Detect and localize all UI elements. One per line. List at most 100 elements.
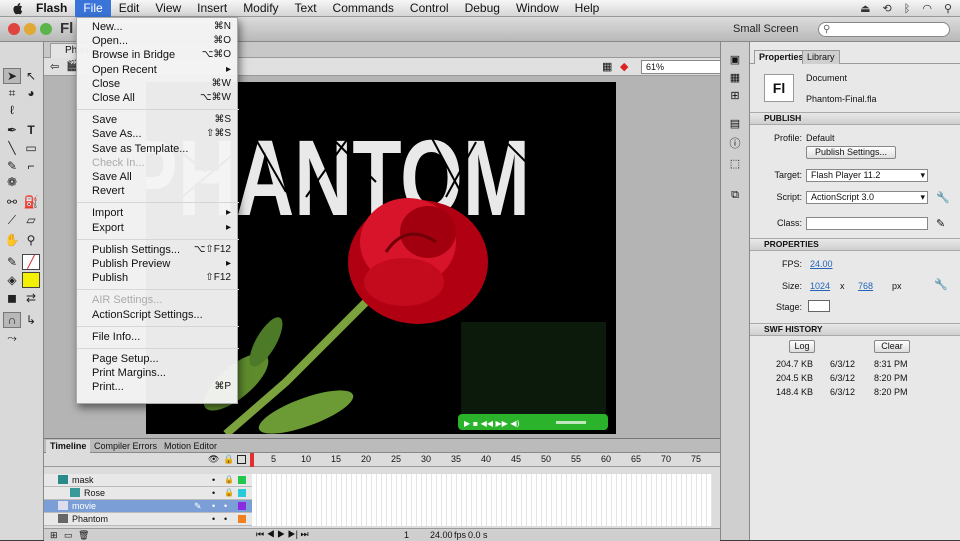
bone-tool-icon[interactable]: ⚯: [3, 194, 21, 210]
menu-item-close[interactable]: Close ⌘W: [77, 78, 239, 92]
close-window-icon[interactable]: [8, 23, 20, 35]
layer-row[interactable]: mask • 🔒: [44, 474, 252, 487]
new-layer-icon[interactable]: ⊞: [50, 530, 58, 541]
layer-row-selected[interactable]: movie ✎ • •: [44, 500, 252, 513]
lock-dot[interactable]: •: [224, 500, 227, 512]
log-button[interactable]: Log: [789, 340, 815, 353]
straighten-icon[interactable]: ⤳: [3, 330, 21, 346]
help-search-input[interactable]: ⚲: [818, 22, 950, 37]
edit-symbols-icon[interactable]: ▦: [602, 60, 612, 73]
menu-item-print[interactable]: Print... ⌘P: [77, 381, 239, 395]
delete-layer-icon[interactable]: 🗑: [78, 530, 89, 541]
properties-section-header[interactable]: PROPERTIES: [750, 238, 960, 251]
time-machine-icon[interactable]: ⟲: [883, 2, 892, 15]
swf-history-section-header[interactable]: SWF HISTORY: [750, 323, 960, 336]
tab-timeline[interactable]: Timeline: [46, 440, 91, 453]
visibility-dot[interactable]: •: [212, 487, 215, 499]
menu-item-page-setup[interactable]: Page Setup...: [77, 353, 239, 367]
layer-color-swatch[interactable]: [238, 476, 246, 484]
menu-help[interactable]: Help: [567, 0, 608, 17]
video-controller[interactable]: ▶ ▪ ◀◀ ▶▶ ◀): [458, 414, 608, 430]
stroke-color-icon[interactable]: ✎: [3, 254, 21, 270]
layer-row[interactable]: Rose • 🔒: [44, 487, 252, 500]
paint-bucket-tool-icon[interactable]: ⛽: [22, 194, 40, 210]
hand-tool-icon[interactable]: ✋: [3, 232, 21, 248]
frame-grid[interactable]: [252, 474, 712, 526]
lock-icon[interactable]: 🔒: [224, 487, 234, 499]
menu-item-publish-settings[interactable]: Publish Settings... ⌥⇧F12: [77, 244, 239, 258]
menu-item-save-all[interactable]: Save All: [77, 171, 239, 185]
stroke-color-swatch[interactable]: ╱: [22, 254, 40, 270]
subselection-tool-icon[interactable]: ↖: [22, 68, 40, 84]
menu-file[interactable]: File: [75, 0, 111, 17]
lock-icon[interactable]: 🔒: [224, 474, 234, 486]
visibility-dot[interactable]: •: [212, 500, 215, 512]
layer-color-swatch[interactable]: [238, 515, 246, 523]
minimize-window-icon[interactable]: [24, 23, 36, 35]
menu-app[interactable]: Flash: [28, 0, 75, 17]
black-white-icon[interactable]: ◼: [3, 290, 21, 306]
selection-tool-icon[interactable]: ➤: [3, 68, 21, 84]
menu-item-import[interactable]: Import ▸: [77, 207, 239, 221]
brush-tool-icon[interactable]: ⌐: [22, 158, 40, 174]
menu-item-publish-preview[interactable]: Publish Preview ▸: [77, 258, 239, 272]
zoom-window-icon[interactable]: [40, 23, 52, 35]
menu-text[interactable]: Text: [287, 0, 325, 17]
menu-debug[interactable]: Debug: [457, 0, 508, 17]
eyedropper-tool-icon[interactable]: ⟋: [3, 212, 21, 228]
tab-motion-editor[interactable]: Motion Editor: [160, 440, 221, 453]
menu-insert[interactable]: Insert: [189, 0, 235, 17]
library-panel-icon[interactable]: ▤: [727, 116, 743, 130]
play-icon[interactable]: ▶ ▪ ◀◀ ▶▶ ◀): [464, 419, 520, 428]
menu-item-save-as-template[interactable]: Save as Template...: [77, 143, 239, 157]
lock-dot[interactable]: •: [224, 513, 227, 525]
wrench-icon[interactable]: 🔧: [936, 191, 950, 204]
fill-color-icon[interactable]: ◈: [3, 272, 21, 288]
wifi-icon[interactable]: ◠: [922, 2, 932, 15]
pencil-tool-icon[interactable]: ✎: [3, 158, 21, 174]
width-value[interactable]: 1024: [810, 281, 830, 291]
lasso-tool-icon[interactable]: ℓ: [3, 102, 21, 118]
menu-item-new[interactable]: New... ⌘N: [77, 21, 239, 35]
snap-to-objects-icon[interactable]: ∩: [3, 312, 21, 328]
playhead[interactable]: [250, 453, 254, 467]
menu-item-save-as[interactable]: Save As... ⇧⌘S: [77, 128, 239, 142]
menu-item-actionscript-settings[interactable]: ActionScript Settings...: [77, 309, 239, 323]
menu-control[interactable]: Control: [402, 0, 457, 17]
bluetooth-icon[interactable]: ᛒ: [904, 3, 911, 15]
target-select[interactable]: Flash Player 11.2 ▾: [806, 169, 928, 182]
menu-item-browse-in-bridge[interactable]: Browse in Bridge ⌥⌘O: [77, 49, 239, 63]
tab-library[interactable]: Library: [802, 50, 840, 64]
eraser-tool-icon[interactable]: ▱: [22, 212, 40, 228]
menu-window[interactable]: Window: [508, 0, 567, 17]
new-folder-icon[interactable]: ▭: [64, 530, 73, 541]
volume-slider[interactable]: [556, 421, 586, 424]
menu-item-print-margins[interactable]: Print Margins...: [77, 367, 239, 381]
align-panel-icon[interactable]: ⊞: [727, 88, 743, 102]
line-tool-icon[interactable]: ╲: [3, 140, 21, 156]
visibility-dot[interactable]: •: [212, 474, 215, 486]
menu-item-revert[interactable]: Revert: [77, 185, 239, 199]
menu-view[interactable]: View: [147, 0, 189, 17]
spotlight-icon[interactable]: ⚲: [944, 2, 952, 15]
eject-icon[interactable]: ⏏: [860, 2, 870, 15]
back-arrow-icon[interactable]: ⇦: [50, 60, 59, 73]
layer-color-swatch[interactable]: [238, 489, 246, 497]
playback-controls-icon[interactable]: ⏮ ◀ ▶ ▶| ⏭: [256, 529, 309, 540]
tab-properties[interactable]: Properties: [754, 50, 809, 64]
publish-settings-button[interactable]: Publish Settings...: [806, 146, 896, 159]
menu-item-open[interactable]: Open... ⌘O: [77, 35, 239, 49]
layer-color-swatch[interactable]: [238, 502, 246, 510]
menu-edit[interactable]: Edit: [111, 0, 148, 17]
edit-scene-icon[interactable]: ◆: [620, 60, 628, 73]
tab-compiler-errors[interactable]: Compiler Errors: [90, 440, 161, 453]
layer-row[interactable]: Phantom • •: [44, 513, 252, 526]
rectangle-tool-icon[interactable]: ▭: [22, 140, 40, 156]
pen-tool-icon[interactable]: ✒: [3, 122, 21, 138]
zoom-tool-icon[interactable]: ⚲: [22, 232, 40, 248]
stage-color-swatch[interactable]: [808, 300, 830, 312]
clear-button[interactable]: Clear: [874, 340, 910, 353]
fps-value[interactable]: 24.00: [810, 259, 833, 269]
visibility-dot[interactable]: •: [212, 513, 215, 525]
class-input[interactable]: [806, 217, 928, 230]
